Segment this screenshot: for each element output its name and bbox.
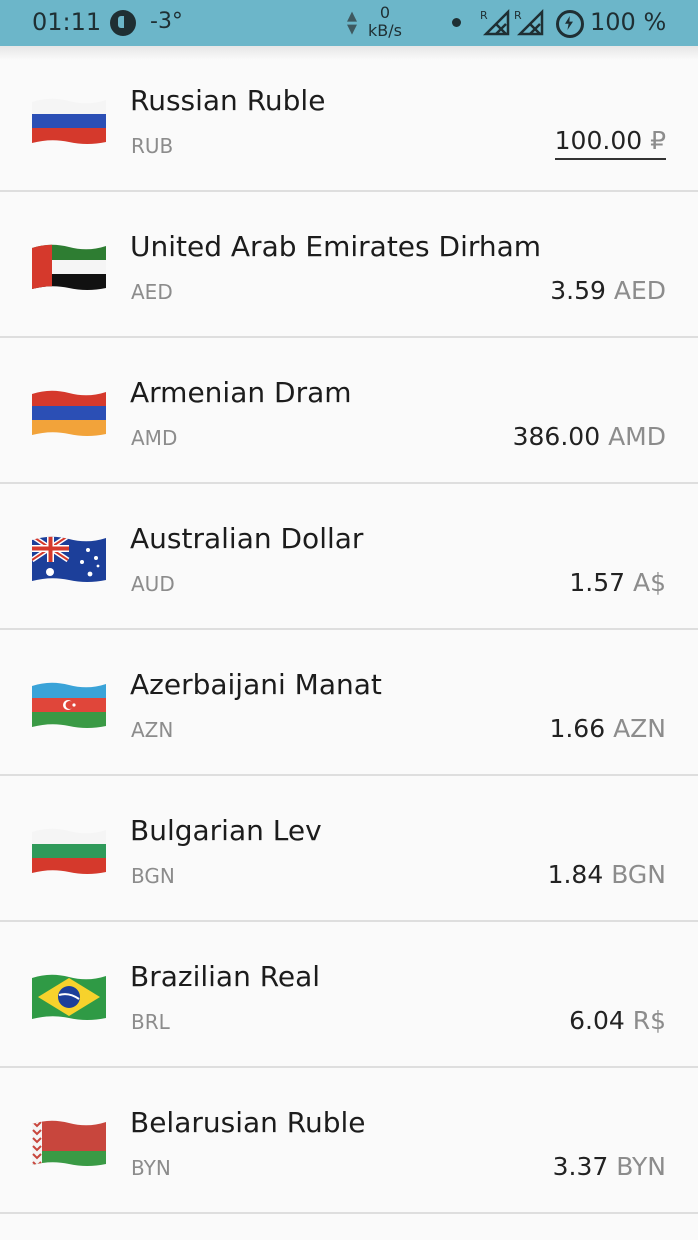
currency-row-bgn[interactable]: Bulgarian Lev BGN 1.84 BGN [0, 776, 698, 922]
signal-1-icon: R [480, 8, 510, 36]
currency-symbol: R$ [632, 1006, 666, 1035]
brazil-flag-icon [32, 972, 106, 1022]
currency-row-brl[interactable]: Brazilian Real BRL 6.04 R$ [0, 922, 698, 1068]
currency-row-aed[interactable]: United Arab Emirates Dirham AED 3.59 AED [0, 192, 698, 338]
currency-symbol: AZN [613, 714, 666, 743]
converted-amount: 1.66 AZN [549, 714, 666, 743]
battery-level: 100 % [590, 8, 667, 36]
azerbaijan-flag-icon [32, 680, 106, 730]
currency-row-amd[interactable]: Armenian Dram AMD 386.00 AMD [0, 338, 698, 484]
uae-flag-icon [32, 242, 106, 292]
currency-code: BGN [131, 864, 175, 888]
currency-row-byn[interactable]: Belarusian Ruble BYN 3.37 BYN [0, 1068, 698, 1214]
currency-row-aud[interactable]: Australian Dollar AUD 1.57 A$ [0, 484, 698, 630]
converted-amount: 6.04 R$ [569, 1006, 666, 1035]
armenia-flag-icon [32, 388, 106, 438]
currency-symbol: BYN [616, 1152, 666, 1181]
currency-code: AUD [131, 572, 175, 596]
currency-list: Russian Ruble RUB 100.00 ₽ United Arab E… [0, 46, 698, 1214]
app-notification-icon [110, 10, 136, 36]
bulgaria-flag-icon [32, 826, 106, 876]
status-bar: 01:11 -3° ▲ ▼ 0 kB/s R R 100 % [0, 0, 698, 46]
currency-code: AED [131, 280, 173, 304]
currency-symbol: ₽ [650, 126, 666, 155]
currency-name: Azerbaijani Manat [130, 668, 382, 701]
clock: 01:11 [32, 8, 102, 36]
currency-row-rub[interactable]: Russian Ruble RUB 100.00 ₽ [0, 46, 698, 192]
currency-symbol: A$ [632, 568, 666, 597]
australia-flag-icon [32, 534, 106, 584]
battery-saver-icon [556, 10, 584, 38]
amount-input[interactable]: 100.00 ₽ [554, 126, 666, 160]
notification-dot-icon [452, 18, 461, 27]
converted-amount: 386.00 AMD [512, 422, 666, 451]
currency-symbol: AMD [608, 422, 666, 451]
svg-text:R: R [480, 9, 488, 22]
russia-flag-icon [32, 96, 106, 146]
currency-code: AMD [131, 426, 178, 450]
converted-amount: 3.37 BYN [552, 1152, 666, 1181]
converted-amount: 3.59 AED [550, 276, 666, 305]
belarus-flag-icon [32, 1118, 106, 1168]
currency-symbol: BGN [611, 860, 666, 889]
currency-name: Armenian Dram [130, 376, 352, 409]
currency-name: Russian Ruble [130, 84, 326, 117]
currency-row-azn[interactable]: Azerbaijani Manat AZN 1.66 AZN [0, 630, 698, 776]
currency-code: AZN [131, 718, 174, 742]
currency-symbol: AED [613, 276, 666, 305]
converted-amount: 1.57 A$ [569, 568, 666, 597]
currency-name: Australian Dollar [130, 522, 364, 555]
signal-2-icon: R [514, 8, 544, 36]
currency-name: Bulgarian Lev [130, 814, 322, 847]
currency-code: RUB [131, 134, 174, 158]
currency-name: Belarusian Ruble [130, 1106, 366, 1139]
toolbar-shadow [0, 46, 698, 60]
data-arrows-icon: ▲ ▼ [347, 9, 357, 37]
currency-code: BRL [131, 1010, 170, 1034]
currency-name: Brazilian Real [130, 960, 321, 993]
temperature: -3° [150, 9, 183, 34]
network-speed: 0 kB/s [368, 3, 402, 40]
currency-name: United Arab Emirates Dirham [130, 230, 542, 263]
currency-code: BYN [131, 1156, 171, 1180]
svg-text:R: R [514, 9, 522, 22]
converted-amount: 1.84 BGN [547, 860, 666, 889]
